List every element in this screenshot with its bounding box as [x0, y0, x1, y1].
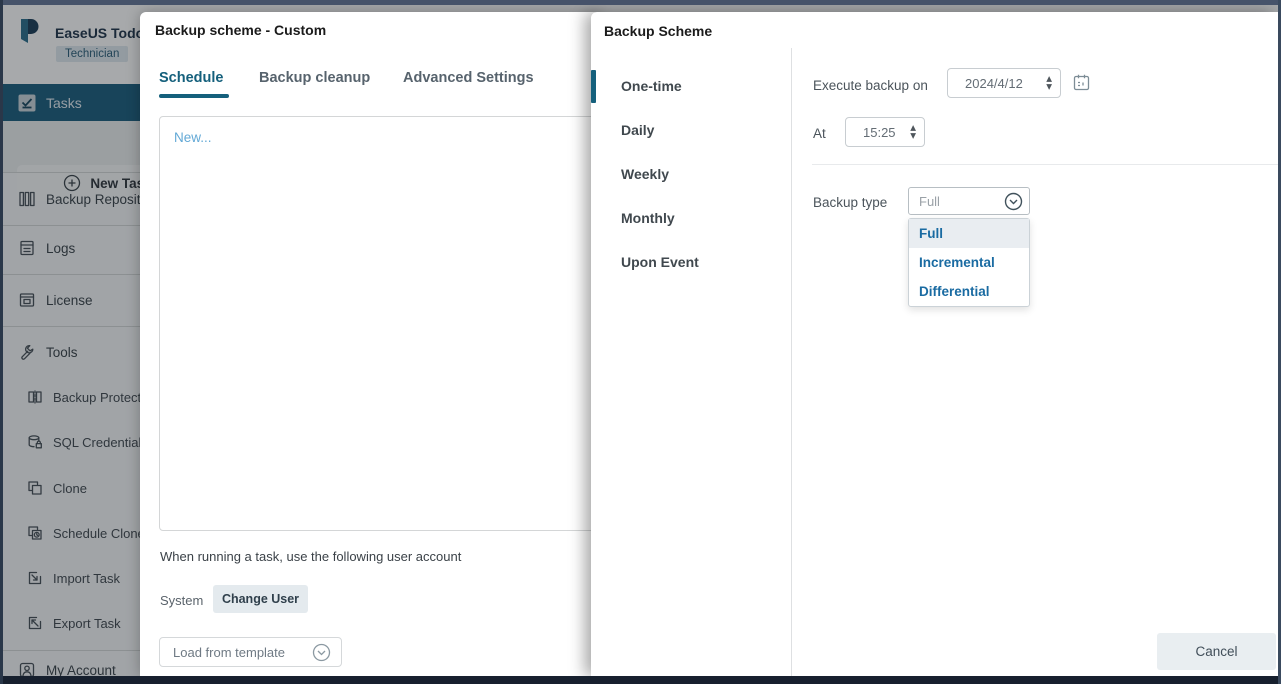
- chevron-down-circle-icon: [312, 643, 331, 662]
- time-value: 15:25: [846, 125, 910, 140]
- calendar-icon[interactable]: [1072, 73, 1091, 92]
- spin-down-icon[interactable]: ▼: [910, 132, 916, 140]
- account-value: System: [160, 593, 203, 608]
- dropdown-option-incremental[interactable]: Incremental: [909, 248, 1029, 277]
- backup-scheme-dialog: Backup Scheme One-time Daily Weekly Mont…: [591, 12, 1278, 676]
- window-border-top: [0, 0, 1281, 5]
- date-input[interactable]: 2024/4/12 ▲ ▼: [947, 68, 1061, 98]
- cancel-button[interactable]: Cancel: [1157, 633, 1276, 670]
- window-border-left: [0, 0, 3, 684]
- nav-item-upon-event[interactable]: Upon Event: [621, 254, 699, 270]
- spin-down-icon[interactable]: ▼: [1046, 83, 1052, 91]
- tab-backup-cleanup[interactable]: Backup cleanup: [259, 70, 370, 86]
- load-from-template-select[interactable]: Load from template: [159, 637, 342, 667]
- dialog-title: Backup Scheme: [604, 23, 712, 39]
- backup-type-select[interactable]: Full: [908, 187, 1030, 215]
- user-account-note: When running a task, use the following u…: [160, 549, 461, 564]
- execute-backup-label: Execute backup on: [813, 78, 928, 93]
- nav-item-daily[interactable]: Daily: [621, 122, 654, 138]
- screen: EaseUS Todo Technician Tasks New Task: [0, 0, 1281, 684]
- new-schedule-item[interactable]: New...: [174, 130, 212, 145]
- section-divider: [812, 164, 1278, 165]
- nav-divider: [791, 48, 792, 676]
- backup-type-label: Backup type: [813, 195, 887, 210]
- active-tab-underline: [159, 94, 229, 98]
- nav-item-one-time[interactable]: One-time: [621, 78, 682, 94]
- tab-schedule[interactable]: Schedule: [159, 70, 223, 86]
- date-spinner[interactable]: ▲ ▼: [1046, 75, 1052, 91]
- time-spinner[interactable]: ▲ ▼: [910, 124, 916, 140]
- chevron-down-circle-icon: [1004, 192, 1023, 211]
- tab-advanced-settings[interactable]: Advanced Settings: [403, 70, 534, 86]
- select-value: Load from template: [160, 645, 312, 660]
- window-border-bottom: [0, 676, 1281, 684]
- nav-item-weekly[interactable]: Weekly: [621, 166, 669, 182]
- nav-item-monthly[interactable]: Monthly: [621, 210, 675, 226]
- selected-nav-indicator: [591, 70, 596, 103]
- backup-type-value: Full: [909, 194, 1004, 209]
- schedule-list-panel: New...: [159, 116, 599, 531]
- dialog-title: Backup scheme - Custom: [155, 22, 326, 38]
- dropdown-option-differential[interactable]: Differential: [909, 277, 1029, 306]
- dropdown-option-full[interactable]: Full: [909, 219, 1029, 248]
- at-label: At: [813, 126, 826, 141]
- backup-type-dropdown: Full Incremental Differential: [908, 218, 1030, 307]
- time-input[interactable]: 15:25 ▲ ▼: [845, 117, 925, 147]
- date-value: 2024/4/12: [948, 76, 1046, 91]
- change-user-button[interactable]: Change User: [213, 585, 308, 613]
- backup-scheme-custom-dialog: Backup scheme - Custom Schedule Backup c…: [140, 12, 600, 676]
